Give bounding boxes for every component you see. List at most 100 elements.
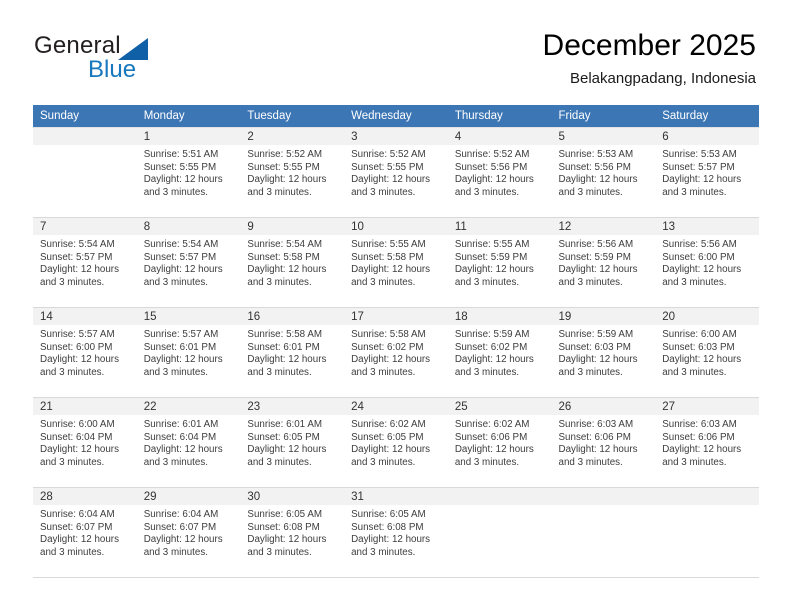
day-number [447,488,552,505]
sunrise-text: Sunrise: 5:58 AM [247,329,323,340]
day-details: Sunrise: 6:00 AM Sunset: 6:03 PM Daylight:… [655,325,759,379]
daylight-text-line1: Daylight: 12 hours [143,174,223,186]
sunrise-text: Sunrise: 5:55 AM [454,239,530,250]
calendar-day-cell[interactable]: 19 Sunrise: 5:59 AM Sunset: 6:03 PM Dayligh… [551,307,656,398]
sunrise-text: Sunrise: 5:54 AM [40,239,115,250]
sunset-text: Sunset: 6:04 PM [40,431,113,443]
calendar-day-cell[interactable]: 9 Sunrise: 5:54 AM Sunset: 5:58 PM Daylight… [240,217,345,308]
calendar-day-cell[interactable]: 31 Sunrise: 6:05 AM Sunset: 6:08 PM Dayligh… [344,487,448,578]
page-header: General Blue December 2025 Belakangpadan… [0,0,792,100]
calendar-day-cell[interactable]: 23 Sunrise: 6:01 AM Sunset: 6:05 PM Dayligh… [240,397,345,488]
day-details: Sunrise: 5:57 AM Sunset: 6:01 PM Daylight:… [137,325,241,379]
calendar-day-cell-empty [447,487,552,578]
weekday-header-friday: Friday [551,105,656,128]
daylight-text-line2: and 3 minutes. [247,276,312,288]
calendar-day-cell[interactable]: 11 Sunrise: 5:55 AM Sunset: 5:59 PM Dayligh… [447,217,552,308]
daylight-text-line1: Daylight: 12 hours [351,444,431,456]
calendar-day-cell[interactable]: 10 Sunrise: 5:55 AM Sunset: 5:58 PM Dayligh… [344,217,448,308]
calendar-day-cell[interactable]: 18 Sunrise: 5:59 AM Sunset: 6:02 PM Dayligh… [447,307,552,398]
sunrise-text: Sunrise: 5:52 AM [454,149,530,160]
daylight-text-line2: and 3 minutes. [247,546,312,558]
daylight-text-line1: Daylight: 12 hours [40,444,119,456]
calendar-day-cell[interactable]: 6 Sunrise: 5:53 AM Sunset: 5:57 PM Daylight… [655,127,759,218]
daylight-text-line1: Daylight: 12 hours [662,264,742,276]
sunrise-text: Sunrise: 5:54 AM [247,239,323,250]
sunset-text: Sunset: 5:59 PM [558,251,631,263]
calendar-day-cell[interactable]: 5 Sunrise: 5:53 AM Sunset: 5:56 PM Daylight… [551,127,656,218]
calendar-day-cell[interactable]: 1 Sunrise: 5:51 AM Sunset: 5:55 PM Daylight… [136,127,241,218]
calendar-day-cell[interactable]: 30 Sunrise: 6:05 AM Sunset: 6:08 PM Dayligh… [240,487,345,578]
daylight-text-line1: Daylight: 12 hours [143,354,223,366]
calendar-day-cell-empty [551,487,656,578]
calendar-day-cell[interactable]: 17 Sunrise: 5:58 AM Sunset: 6:02 PM Dayligh… [344,307,448,398]
daylight-text-line2: and 3 minutes. [143,276,208,288]
weekday-header-thursday: Thursday [447,105,552,128]
calendar-day-cell[interactable]: 4 Sunrise: 5:52 AM Sunset: 5:56 PM Daylight… [447,127,552,218]
day-number [655,488,759,505]
day-number: 31 [344,488,448,505]
calendar-day-cell[interactable]: 16 Sunrise: 5:58 AM Sunset: 6:01 PM Dayligh… [240,307,345,398]
daylight-text-line1: Daylight: 12 hours [558,444,638,456]
day-details: Sunrise: 5:55 AM Sunset: 5:59 PM Daylight:… [448,235,552,289]
calendar-day-cell[interactable]: 20 Sunrise: 6:00 AM Sunset: 6:03 PM Dayligh… [655,307,759,398]
calendar-day-cell[interactable]: 28 Sunrise: 6:04 AM Sunset: 6:07 PM Dayligh… [33,487,137,578]
sunset-text: Sunset: 5:55 PM [247,161,320,173]
calendar-day-cell[interactable]: 13 Sunrise: 5:56 AM Sunset: 6:00 PM Dayligh… [655,217,759,308]
day-number: 21 [33,398,137,415]
generalblue-logo[interactable]: General Blue [34,32,214,90]
day-details: Sunrise: 6:02 AM Sunset: 6:05 PM Daylight:… [344,415,448,469]
daylight-text-line1: Daylight: 12 hours [247,444,327,456]
daylight-text-line2: and 3 minutes. [351,276,416,288]
day-number: 1 [136,128,241,145]
daylight-text-line1: Daylight: 12 hours [40,264,119,276]
daylight-text-line1: Daylight: 12 hours [558,174,638,186]
daylight-text-line2: and 3 minutes. [40,546,105,558]
calendar-day-cell[interactable]: 15 Sunrise: 5:57 AM Sunset: 6:01 PM Dayligh… [136,307,241,398]
calendar-week-row: 28 Sunrise: 6:04 AM Sunset: 6:07 PM Dayligh… [33,487,759,578]
day-details: Sunrise: 6:02 AM Sunset: 6:06 PM Daylight:… [448,415,552,469]
calendar-day-cell[interactable]: 14 Sunrise: 5:57 AM Sunset: 6:00 PM Dayligh… [33,307,137,398]
calendar-day-cell[interactable]: 29 Sunrise: 6:04 AM Sunset: 6:07 PM Dayligh… [136,487,241,578]
calendar-day-cell[interactable]: 24 Sunrise: 6:02 AM Sunset: 6:05 PM Dayligh… [344,397,448,488]
daylight-text-line2: and 3 minutes. [40,276,105,288]
calendar-day-cell[interactable]: 7 Sunrise: 5:54 AM Sunset: 5:57 PM Daylight… [33,217,137,308]
daylight-text-line2: and 3 minutes. [143,456,208,468]
daylight-text-line1: Daylight: 12 hours [454,354,534,366]
day-number: 14 [33,308,137,325]
day-number: 25 [447,398,552,415]
sunrise-text: Sunrise: 6:01 AM [143,419,219,430]
day-number: 23 [240,398,345,415]
sunset-text: Sunset: 6:00 PM [40,341,113,353]
day-details: Sunrise: 6:03 AM Sunset: 6:06 PM Daylight:… [552,415,656,469]
day-number: 26 [551,398,656,415]
day-number: 20 [655,308,759,325]
sunset-text: Sunset: 5:58 PM [351,251,424,263]
day-details: Sunrise: 5:54 AM Sunset: 5:57 PM Daylight:… [33,235,137,289]
daylight-text-line1: Daylight: 12 hours [247,174,327,186]
calendar-day-cell[interactable]: 22 Sunrise: 6:01 AM Sunset: 6:04 PM Dayligh… [136,397,241,488]
calendar-day-cell[interactable]: 2 Sunrise: 5:52 AM Sunset: 5:55 PM Daylight… [240,127,345,218]
daylight-text-line1: Daylight: 12 hours [454,444,534,456]
day-details: Sunrise: 5:53 AM Sunset: 5:56 PM Daylight:… [552,145,656,199]
calendar-day-cell[interactable]: 25 Sunrise: 6:02 AM Sunset: 6:06 PM Dayligh… [447,397,552,488]
calendar-day-cell[interactable]: 27 Sunrise: 6:03 AM Sunset: 6:06 PM Dayligh… [655,397,759,488]
sunrise-text: Sunrise: 6:02 AM [351,419,426,430]
calendar-day-cell[interactable]: 8 Sunrise: 5:54 AM Sunset: 5:57 PM Daylight… [136,217,241,308]
daylight-text-line2: and 3 minutes. [351,366,416,378]
calendar-day-cell[interactable]: 12 Sunrise: 5:56 AM Sunset: 5:59 PM Dayligh… [551,217,656,308]
day-details: Sunrise: 5:52 AM Sunset: 5:56 PM Daylight:… [448,145,552,199]
daylight-text-line2: and 3 minutes. [40,456,105,468]
calendar-day-cell[interactable]: 3 Sunrise: 5:52 AM Sunset: 5:55 PM Daylight… [344,127,448,218]
calendar-day-cell[interactable]: 26 Sunrise: 6:03 AM Sunset: 6:06 PM Dayligh… [551,397,656,488]
sunrise-text: Sunrise: 5:59 AM [454,329,530,340]
daylight-text-line2: and 3 minutes. [143,366,208,378]
calendar-body: 1 Sunrise: 5:51 AM Sunset: 5:55 PM Daylight… [33,127,759,578]
sunset-text: Sunset: 6:05 PM [351,431,424,443]
daylight-text-line1: Daylight: 12 hours [558,354,638,366]
weekday-header-saturday: Saturday [655,105,759,128]
day-details: Sunrise: 5:54 AM Sunset: 5:57 PM Daylight:… [137,235,241,289]
page-subtitle: Belakangpadang, Indonesia [570,70,756,87]
calendar-day-cell[interactable]: 21 Sunrise: 6:00 AM Sunset: 6:04 PM Dayligh… [33,397,137,488]
calendar-day-cell-empty [655,487,759,578]
sunset-text: Sunset: 6:06 PM [454,431,528,443]
